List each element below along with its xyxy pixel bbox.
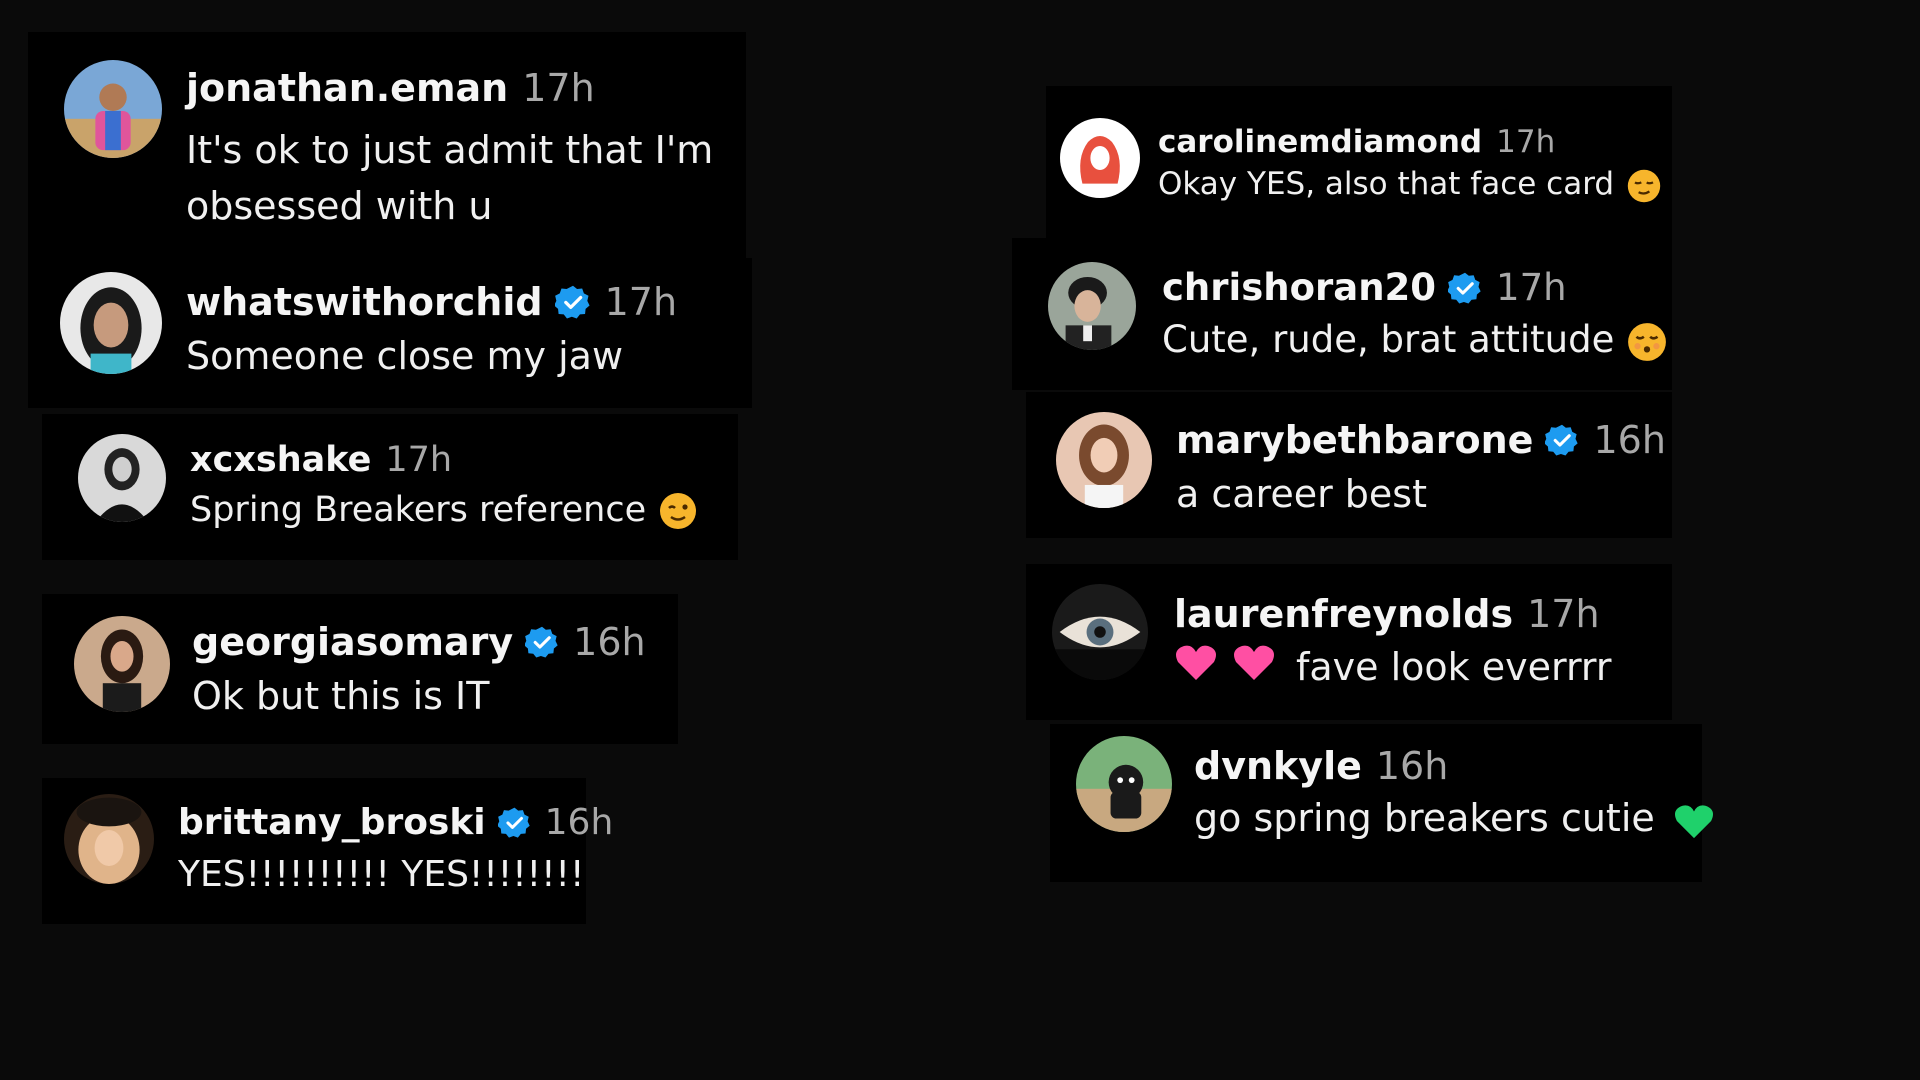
timestamp: 17h <box>385 440 453 480</box>
comment-xcxshake: xcxshake 17h Spring Breakers reference <box>42 414 738 560</box>
verified-badge-icon <box>525 625 559 659</box>
username[interactable]: dvnkyle <box>1194 744 1362 788</box>
verified-badge-icon <box>497 806 531 839</box>
timestamp: 16h <box>544 802 614 843</box>
comment-laurenfreynolds: laurenfreynolds 17h fave look everrrr <box>1026 564 1672 720</box>
avatar[interactable] <box>1060 118 1140 198</box>
green-heart-emoji <box>1673 802 1715 840</box>
verified-badge-icon <box>1545 423 1579 457</box>
smirking-face-emoji <box>1626 168 1662 204</box>
pink-heart-emoji <box>1232 642 1276 691</box>
kissing-face-emoji <box>1626 321 1668 363</box>
comment-line: obsessed with u <box>186 184 493 228</box>
comment-carolinemdiamond: carolinemdiamond 17h Okay YES, also that… <box>1046 86 1672 238</box>
comment-text: a career best <box>1176 472 1427 516</box>
username[interactable]: chrishoran20 <box>1162 266 1436 309</box>
timestamp: 16h <box>1593 418 1666 462</box>
comment-whatswithorchid: whatswithorchid 17h Someone close my jaw <box>28 258 752 408</box>
comment-text: It's ok to just admit that I'm obsessed … <box>186 122 713 234</box>
winking-face-emoji <box>658 491 698 531</box>
timestamp: 16h <box>1375 744 1449 788</box>
comment-jonathan-eman: jonathan.eman 17h It's ok to just admit … <box>28 32 746 258</box>
comment-line: go spring breakers cutie <box>1194 796 1655 840</box>
timestamp: 17h <box>1496 124 1556 160</box>
comment-brittany-broski: brittany_broski 16h YES!!!!!!!!!! YES!!!… <box>42 778 613 924</box>
comment-text: Okay YES, also that face card <box>1158 166 1662 204</box>
comment-georgiasomary: georgiasomary 16h Ok but this is IT <box>42 594 678 744</box>
comment-text: Spring Breakers reference <box>190 490 698 531</box>
username[interactable]: jonathan.eman <box>186 66 508 110</box>
comment-text: YES!!!!!!!!!! YES!!!!!!!! <box>178 854 585 895</box>
comment-text: go spring breakers cutie <box>1194 796 1715 840</box>
timestamp: 17h <box>522 66 595 110</box>
comment-line: Spring Breakers reference <box>190 490 647 530</box>
comment-line: Cute, rude, brat attitude <box>1162 318 1615 361</box>
avatar[interactable] <box>1048 262 1136 350</box>
comment-text: Ok but this is IT <box>192 674 490 718</box>
avatar[interactable] <box>1076 736 1172 832</box>
comment-chrishoran20: chrishoran20 17h Cute, rude, brat attitu… <box>1012 238 1672 390</box>
comment-line: fave look everrrr <box>1296 644 1612 689</box>
username[interactable]: brittany_broski <box>178 802 486 843</box>
username[interactable]: whatswithorchid <box>186 280 543 324</box>
verified-badge-icon <box>554 284 591 320</box>
username[interactable]: xcxshake <box>190 440 371 480</box>
avatar[interactable] <box>78 434 166 522</box>
comment-line: It's ok to just admit that I'm <box>186 128 714 172</box>
pink-heart-emoji <box>1174 642 1218 691</box>
timestamp: 17h <box>1496 266 1567 309</box>
comment-marybethbarone: marybethbarone 16h a career best <box>1026 392 1672 538</box>
username[interactable]: carolinemdiamond <box>1158 124 1482 160</box>
avatar[interactable] <box>64 794 154 884</box>
timestamp: 17h <box>1527 592 1600 636</box>
comment-dvnkyle: dvnkyle 16h go spring breakers cutie <box>1050 724 1713 882</box>
comment-text: Someone close my jaw <box>186 334 624 378</box>
timestamp: 17h <box>604 280 678 324</box>
username[interactable]: laurenfreynolds <box>1174 592 1513 636</box>
avatar[interactable] <box>64 60 162 158</box>
avatar[interactable] <box>1052 584 1148 680</box>
avatar[interactable] <box>74 616 170 712</box>
comment-text: fave look everrrr <box>1174 642 1612 691</box>
verified-badge-icon <box>1448 271 1482 305</box>
comment-line: Okay YES, also that face card <box>1158 166 1615 202</box>
avatar[interactable] <box>60 272 162 374</box>
timestamp: 16h <box>573 620 646 664</box>
avatar[interactable] <box>1056 412 1152 508</box>
username[interactable]: georgiasomary <box>192 620 513 664</box>
comment-text: Cute, rude, brat attitude <box>1162 318 1668 363</box>
username[interactable]: marybethbarone <box>1176 418 1533 462</box>
